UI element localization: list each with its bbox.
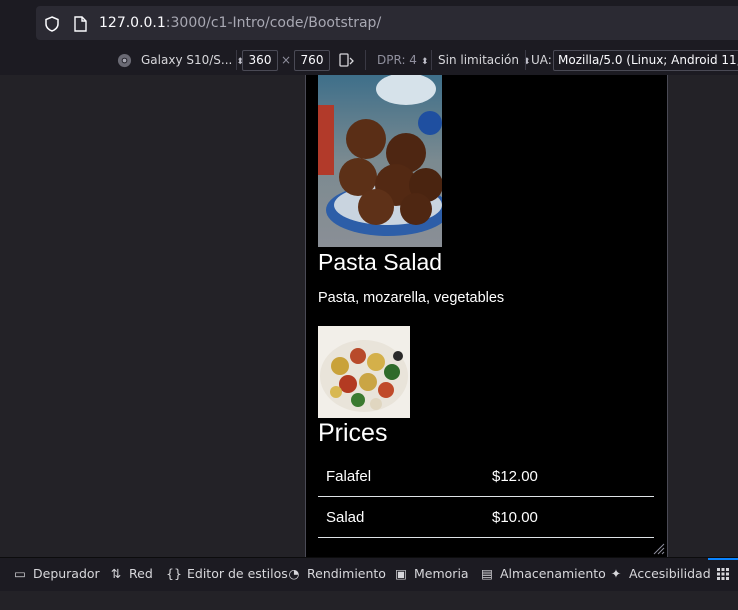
- url-text[interactable]: 127.0.0.1:3000/c1-Intro/code/Bootstrap/: [99, 15, 381, 31]
- shield-icon[interactable]: [44, 16, 60, 32]
- page-icon[interactable]: [73, 16, 87, 32]
- table-row: Falafel $12.00: [318, 456, 654, 497]
- tab-storage[interactable]: ▤ Almacenamiento: [479, 558, 606, 590]
- viewport-width-input[interactable]: 360: [242, 50, 278, 71]
- memory-icon: ▣: [395, 566, 407, 581]
- pasta-salad-image: [318, 326, 410, 418]
- tab-debugger[interactable]: ▭ Depurador: [12, 558, 100, 590]
- tab-memory[interactable]: ▣ Memoria: [393, 558, 468, 590]
- prices-table: Falafel $12.00 Salad $10.00: [318, 456, 654, 538]
- storage-icon: ▤: [481, 566, 493, 581]
- falafel-image: [318, 75, 442, 247]
- separator: [365, 50, 366, 70]
- dpr-selector[interactable]: DPR: 4 ⬍: [377, 45, 428, 75]
- tab-accessibility[interactable]: ✦ Accesibilidad: [608, 558, 711, 590]
- dish-description: Pasta, mozarella, vegetables: [318, 290, 505, 306]
- devtools-panel: ▭ Depurador ⇅ Red {} Editor de estilos ◔ Ren…: [0, 557, 738, 610]
- tab-style-editor[interactable]: {} Editor de estilos: [166, 558, 288, 590]
- throttling-selector[interactable]: Sin limitación ⬍: [438, 45, 531, 75]
- resize-handle-icon[interactable]: [653, 543, 665, 555]
- devtools-content: [0, 591, 738, 610]
- network-icon: ⇅: [110, 566, 122, 581]
- browser-toolbar: 127.0.0.1:3000/c1-Intro/code/Bootstrap/: [0, 0, 738, 46]
- price-item-value: $10.00: [484, 496, 654, 538]
- device-selector[interactable]: Galaxy S10/S... ⬍: [141, 45, 244, 75]
- active-tab-indicator: [708, 558, 738, 560]
- tab-performance[interactable]: ◔ Rendimiento: [286, 558, 386, 590]
- performance-icon: ◔: [288, 566, 300, 581]
- separator: [525, 50, 526, 70]
- rotate-icon[interactable]: [338, 52, 354, 68]
- accessibility-icon: ✦: [610, 566, 622, 581]
- chrome-icon: [117, 53, 132, 68]
- dish-title: Pasta Salad: [318, 249, 443, 275]
- ua-label: UA:: [531, 53, 552, 67]
- user-agent-input[interactable]: Mozilla/5.0 (Linux; Android 11; SAM: [553, 50, 738, 71]
- separator: [431, 50, 432, 70]
- tab-network[interactable]: ⇅ Red: [108, 558, 153, 590]
- responsive-design-toolbar: Galaxy S10/S... ⬍ 360 × 760 DPR: 4 ⬍ Sin l…: [0, 45, 738, 76]
- dimension-times: ×: [281, 53, 292, 67]
- price-item-name: Falafel: [318, 456, 484, 497]
- overflow-menu-icon[interactable]: [716, 567, 730, 581]
- debugger-icon: ▭: [14, 566, 26, 581]
- price-item-value: $12.00: [484, 456, 654, 497]
- viewport-height-input[interactable]: 760: [294, 50, 330, 71]
- prices-heading: Prices: [318, 419, 388, 447]
- table-row: Salad $10.00: [318, 496, 654, 538]
- devtools-tabs: ▭ Depurador ⇅ Red {} Editor de estilos ◔ Ren…: [0, 558, 738, 590]
- style-editor-icon: {}: [166, 566, 182, 581]
- price-item-name: Salad: [318, 496, 484, 538]
- separator: [236, 50, 237, 70]
- device-viewport: Pasta Salad Pasta, mozarella, vegetables…: [305, 75, 668, 557]
